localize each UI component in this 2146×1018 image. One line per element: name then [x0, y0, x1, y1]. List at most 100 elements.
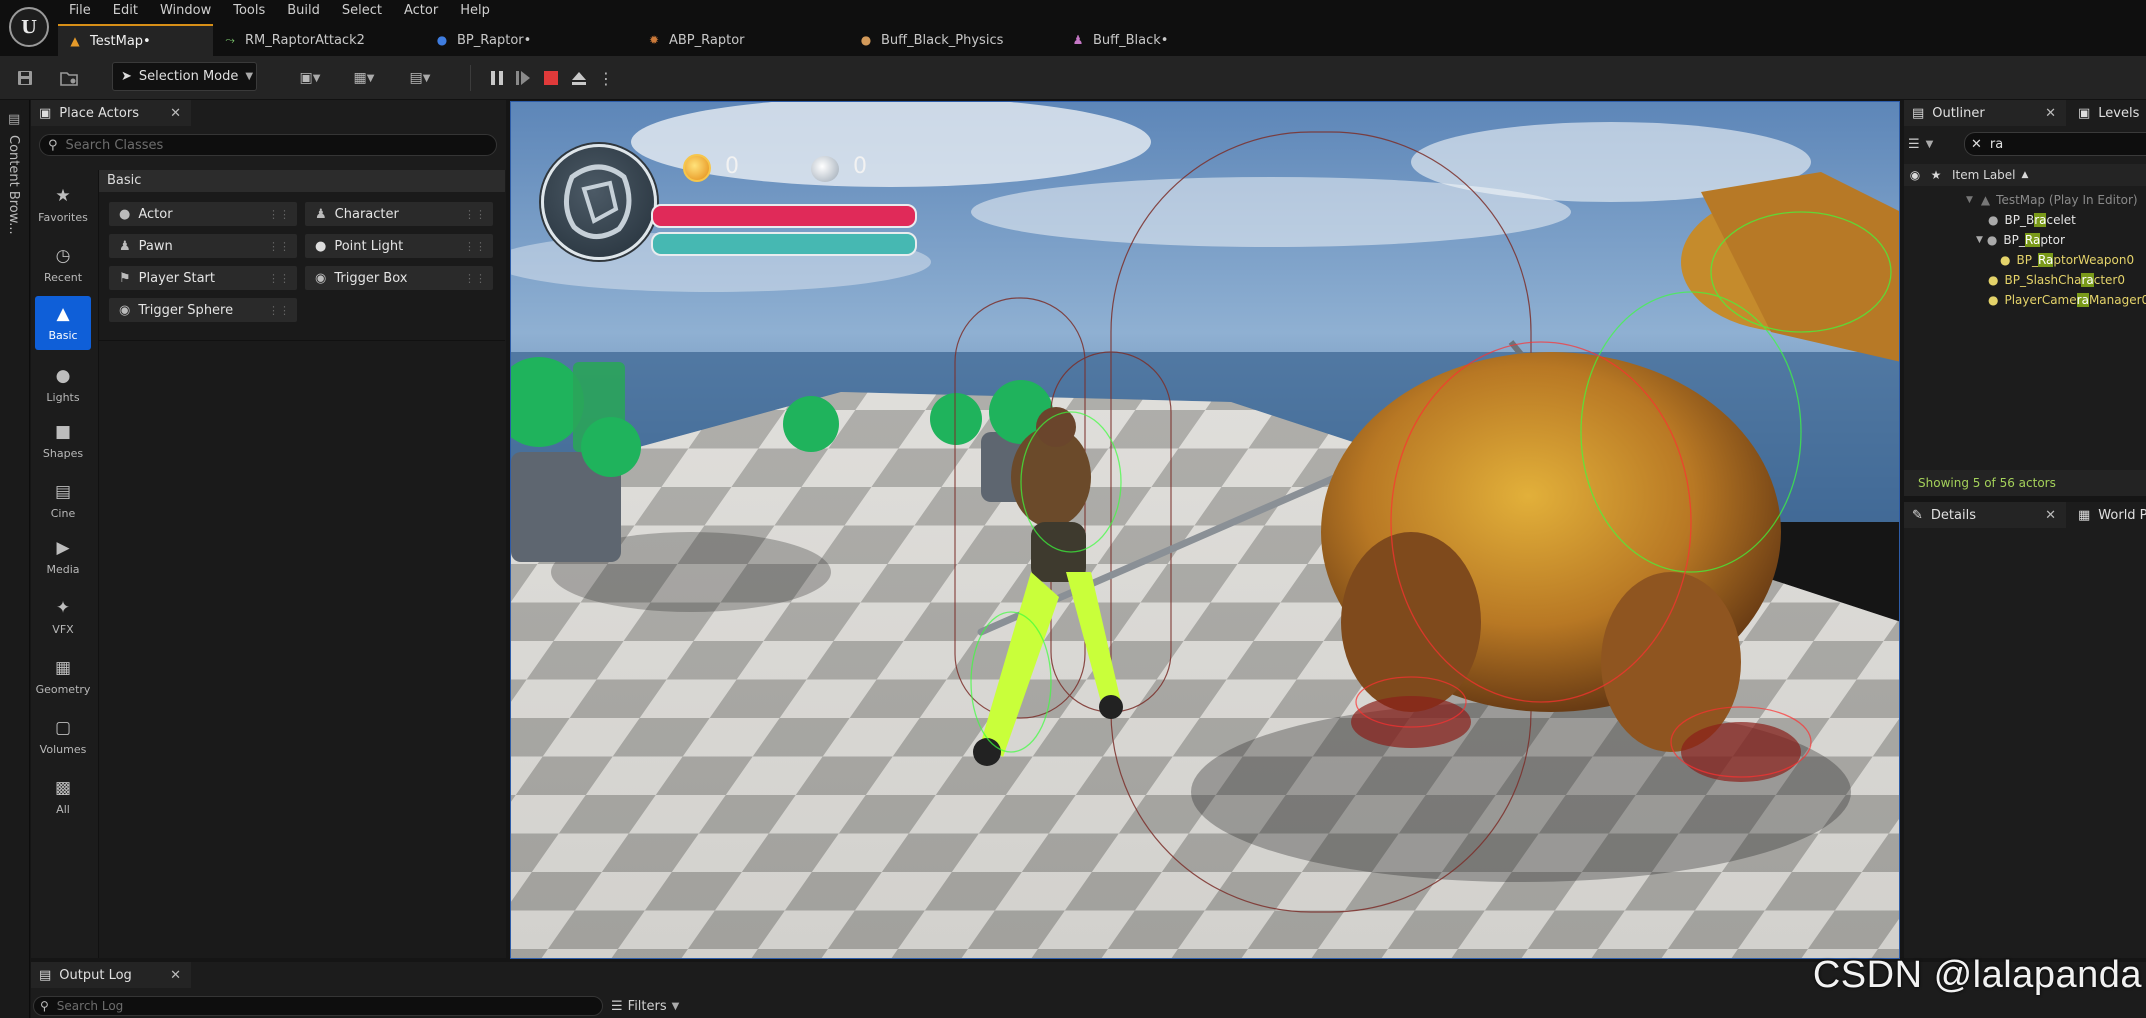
actor-item-trigger-box[interactable]: ◉ Trigger Box ⋮⋮	[305, 266, 493, 290]
drag-handle-icon[interactable]: ⋮⋮	[464, 272, 486, 285]
category-all[interactable]: ▩ All	[35, 770, 91, 824]
tab-bp-raptor[interactable]: ● BP_Raptor•	[425, 24, 637, 56]
clapper-icon: ▤	[54, 482, 72, 502]
frame-skip-button[interactable]	[514, 66, 532, 90]
row-label-match: ra	[2076, 293, 2089, 307]
menu-select[interactable]: Select	[331, 0, 393, 24]
pawn-icon: ♟	[119, 238, 131, 254]
tab-abp-raptor[interactable]: ✹ ABP_Raptor	[637, 24, 849, 56]
tab-rm-raptorattack2[interactable]: ⤳ RM_RaptorAttack2	[213, 24, 425, 56]
details-icon: ✎	[1912, 507, 1923, 523]
close-icon[interactable]: ✕	[2045, 106, 2056, 121]
category-media[interactable]: ▶ Media	[35, 530, 91, 584]
category-geometry[interactable]: ▦ Geometry	[35, 650, 91, 704]
tab-outliner[interactable]: ▤ Outliner ✕	[1904, 100, 2066, 126]
unreal-logo-icon[interactable]: U	[9, 7, 49, 47]
category-favorites[interactable]: ★ Favorites	[35, 178, 91, 232]
tab-testmap[interactable]: ▲ TestMap•	[58, 24, 213, 56]
outliner-row-playercameramanager0[interactable]: ● PlayerCame ra Manager0	[1904, 290, 2146, 310]
outliner-row-bp-raptorweapon0[interactable]: ● BP_ Ra ptorWeapon0	[1904, 250, 2146, 270]
category-basic[interactable]: ▲ Basic	[35, 296, 91, 350]
outliner-row-bp-raptor[interactable]: ▼ ● BP_ Ra ptor	[1904, 230, 2146, 250]
pause-button[interactable]	[488, 66, 506, 90]
close-icon[interactable]: ✕	[170, 968, 181, 983]
menu-tools[interactable]: Tools	[222, 0, 276, 24]
category-volumes[interactable]: ▢ Volumes	[35, 710, 91, 764]
content-browser-drawer[interactable]: ▤ Content Brow...	[0, 100, 30, 1018]
category-shapes[interactable]: ■ Shapes	[35, 414, 91, 468]
tab-details[interactable]: ✎ Details ✕	[1904, 502, 2066, 528]
drag-handle-icon[interactable]: ⋮⋮	[268, 240, 290, 253]
actor-item-player-start[interactable]: ⚑ Player Start ⋮⋮	[109, 266, 297, 290]
tab-label: Buff_Black_Physics	[881, 32, 1004, 48]
actor-item-pawn[interactable]: ♟ Pawn ⋮⋮	[109, 234, 297, 258]
chevron-down-icon: ▼	[245, 71, 254, 82]
tab-buff-black[interactable]: ♟ Buff_Black•	[1061, 24, 1273, 56]
search-log-input[interactable]: ⚲ Search Log	[33, 996, 603, 1016]
actor-item-character[interactable]: ♟ Character ⋮⋮	[305, 202, 493, 226]
level-viewport[interactable]: 0 0	[510, 101, 1900, 959]
search-placeholder: Search Classes	[65, 137, 164, 153]
chevron-down-icon: ▼	[1925, 138, 1934, 150]
menu-build[interactable]: Build	[276, 0, 331, 24]
category-lights[interactable]: ● Lights	[35, 358, 91, 412]
drag-handle-icon[interactable]: ⋮⋮	[268, 304, 290, 317]
close-icon[interactable]: ✕	[170, 106, 181, 121]
category-cine[interactable]: ▤ Cine	[35, 474, 91, 528]
tab-buff-black-physics[interactable]: ● Buff_Black_Physics	[849, 24, 1061, 56]
stop-button[interactable]	[542, 66, 560, 90]
actor-item-actor[interactable]: ● Actor ⋮⋮	[109, 202, 297, 226]
log-icon: ▤	[39, 967, 52, 983]
tab-world-partition[interactable]: ▦ World Pa	[2070, 502, 2146, 528]
volume-icon: ▢	[54, 718, 72, 738]
tab-levels[interactable]: ▣ Levels	[2070, 100, 2146, 126]
cinematics-button[interactable]: ▤ ▼	[402, 66, 438, 90]
search-classes-input[interactable]: ⚲ Search Classes	[39, 134, 497, 156]
add-actor-button[interactable]: ▣ ▼	[292, 66, 328, 90]
game-scene	[511, 102, 1899, 958]
tab-output-log[interactable]: ▤ Output Log ✕	[31, 962, 191, 988]
search-placeholder: Search Log	[56, 999, 124, 1013]
menu-bar: File Edit Window Tools Build Select Acto…	[58, 0, 501, 24]
menu-window[interactable]: Window	[149, 0, 222, 24]
outliner-column-header: ◉ ★ Item Label ▲	[1904, 164, 2146, 186]
menu-actor[interactable]: Actor	[393, 0, 449, 24]
drag-handle-icon[interactable]: ⋮⋮	[464, 240, 486, 253]
pin-star-icon[interactable]: ★	[1926, 168, 1946, 182]
actor-item-point-light[interactable]: ● Point Light ⋮⋮	[305, 234, 493, 258]
shapes-icon: ▲	[56, 304, 70, 324]
item-label-column[interactable]: Item Label	[1946, 168, 2016, 182]
tab-place-actors[interactable]: ▣ Place Actors ✕	[31, 100, 191, 126]
drag-handle-icon[interactable]: ⋮⋮	[268, 272, 290, 285]
actor-item-trigger-sphere[interactable]: ◉ Trigger Sphere ⋮⋮	[109, 298, 297, 322]
play-options-button[interactable]: ⋮	[598, 66, 614, 90]
selection-mode-dropdown[interactable]: ➤ Selection Mode ▼	[112, 62, 257, 91]
menu-help[interactable]: Help	[449, 0, 501, 24]
menu-file[interactable]: File	[58, 0, 102, 24]
content-browser-icon[interactable]	[58, 66, 80, 90]
blueprint-button[interactable]: ▦ ▼	[346, 66, 382, 90]
drag-handle-icon[interactable]: ⋮⋮	[268, 208, 290, 221]
toolbar-divider	[470, 65, 471, 91]
expand-arrow-icon[interactable]: ▼	[1976, 235, 1983, 245]
outliner-row-bp-bracelet[interactable]: ● BP_B ra celet	[1904, 210, 2146, 230]
drag-handle-icon[interactable]: ⋮⋮	[464, 208, 486, 221]
category-label: Media	[46, 563, 80, 576]
outliner-row-bp-slashcharacter0[interactable]: ● BP_SlashCha ra cter0	[1904, 270, 2146, 290]
close-icon[interactable]: ✕	[2045, 508, 2056, 523]
outliner-row-world[interactable]: ▼ ▲ TestMap (Play In Editor)	[1904, 190, 2146, 210]
category-recent[interactable]: ◷ Recent	[35, 238, 91, 292]
actor-label: Actor	[138, 206, 173, 222]
sparkle-icon: ✦	[55, 598, 71, 618]
log-filters-button[interactable]: ☰ Filters ▼	[611, 996, 679, 1016]
eye-icon[interactable]: ◉	[1904, 168, 1926, 182]
outliner-search-input[interactable]: ✕ ra	[1964, 132, 2146, 156]
eject-button[interactable]	[570, 66, 588, 90]
row-label-post: ptorWeapon0	[2053, 253, 2135, 267]
clear-search-icon[interactable]: ✕	[1971, 137, 1982, 152]
expand-arrow-icon[interactable]: ▼	[1966, 195, 1973, 205]
category-vfx[interactable]: ✦ VFX	[35, 590, 91, 644]
save-icon[interactable]	[14, 66, 36, 90]
menu-edit[interactable]: Edit	[102, 0, 149, 24]
filter-icon: ☰	[611, 998, 623, 1014]
